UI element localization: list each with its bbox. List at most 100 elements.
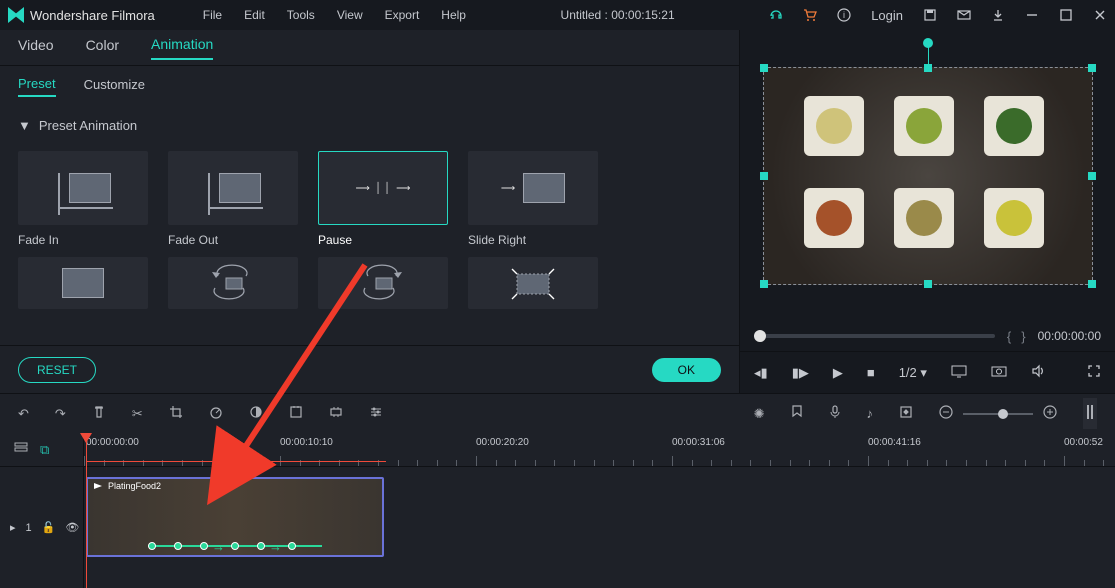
keyframe-dot[interactable] — [288, 542, 296, 550]
maximize-icon[interactable] — [1059, 8, 1073, 22]
menu-tools[interactable]: Tools — [287, 8, 315, 22]
timeline: ⧉ ▸ 1 🔓 👁 00:00:00:00 00:00:10:10 00:00:… — [0, 433, 1115, 588]
menu-file[interactable]: File — [203, 8, 222, 22]
snapshot-icon[interactable] — [991, 365, 1007, 380]
menu-help[interactable]: Help — [441, 8, 466, 22]
preset-item[interactable] — [468, 257, 598, 309]
svg-text:i: i — [843, 10, 845, 20]
delete-icon[interactable] — [92, 405, 106, 422]
volume-icon[interactable] — [1031, 364, 1045, 381]
preset-section-header[interactable]: ▼ Preset Animation — [0, 106, 739, 145]
render-icon[interactable]: ✺ — [754, 406, 765, 422]
scrub-track[interactable] — [754, 334, 995, 338]
play-icon[interactable]: ▶ — [833, 365, 843, 381]
tab-animation[interactable]: Animation — [151, 36, 213, 60]
speed-icon[interactable] — [209, 405, 223, 422]
minimize-icon[interactable] — [1025, 8, 1039, 22]
save-icon[interactable] — [923, 8, 937, 22]
preset-fade-in[interactable]: Fade In — [18, 151, 148, 247]
preset-label: Fade Out — [168, 233, 298, 247]
track-header-column: ⧉ ▸ 1 🔓 👁 — [0, 433, 84, 588]
mark-out-icon[interactable]: } — [1021, 329, 1025, 344]
keyframe-dot[interactable] — [174, 542, 182, 550]
preset-item[interactable] — [18, 257, 148, 309]
zoom-slider[interactable] — [963, 413, 1033, 415]
resize-handle[interactable] — [924, 64, 932, 72]
preview-timecode: 00:00:00:00 — [1038, 329, 1101, 343]
close-icon[interactable] — [1093, 8, 1107, 22]
keyframe-icon[interactable] — [899, 405, 913, 422]
tab-video[interactable]: Video — [18, 37, 54, 59]
sub-tabs: Preset Customize — [0, 66, 739, 106]
preset-item[interactable] — [318, 257, 448, 309]
play-pause-icon[interactable]: ▮▶ — [792, 365, 809, 381]
resize-handle[interactable] — [760, 280, 768, 288]
preview-content — [984, 188, 1044, 248]
track-header: ▸ 1 🔓 👁 — [0, 467, 83, 588]
stop-icon[interactable]: ■ — [867, 365, 875, 380]
info-icon[interactable]: i — [837, 8, 851, 22]
green-screen-icon[interactable] — [289, 405, 303, 422]
mail-icon[interactable] — [957, 8, 971, 22]
preset-fade-out[interactable]: Fade Out — [168, 151, 298, 247]
playhead[interactable] — [86, 433, 87, 588]
subtab-preset[interactable]: Preset — [18, 76, 56, 97]
keyframe-dot[interactable] — [257, 542, 265, 550]
preview-viewport[interactable] — [740, 30, 1115, 321]
app-name: Wondershare Filmora — [30, 8, 155, 23]
left-panel: Video Color Animation Preset Customize ▼… — [0, 30, 740, 393]
link-icon[interactable]: ⧉ — [40, 442, 49, 458]
detach-icon[interactable] — [329, 405, 343, 422]
menu-edit[interactable]: Edit — [244, 8, 265, 22]
preset-grid-row2 — [0, 253, 739, 313]
marker-icon[interactable] — [791, 405, 803, 422]
track-visibility-icon[interactable]: 👁 — [65, 521, 79, 534]
scrub-handle[interactable] — [754, 330, 766, 342]
download-icon[interactable] — [991, 8, 1005, 22]
preview-canvas[interactable] — [763, 67, 1093, 285]
reset-button[interactable]: RESET — [18, 357, 96, 383]
login-link[interactable]: Login — [871, 8, 903, 23]
fullscreen-icon[interactable] — [1087, 364, 1101, 381]
display-icon[interactable] — [951, 365, 967, 380]
timeline-tools-icon[interactable] — [1083, 398, 1097, 429]
preset-item[interactable] — [168, 257, 298, 309]
resize-handle[interactable] — [760, 172, 768, 180]
resize-handle[interactable] — [924, 280, 932, 288]
audio-mixer-icon[interactable]: ♪ — [867, 406, 874, 421]
mark-in-icon[interactable]: { — [1007, 329, 1011, 344]
resize-handle[interactable] — [1088, 172, 1096, 180]
menu-export[interactable]: Export — [385, 8, 420, 22]
color-icon[interactable] — [249, 405, 263, 422]
cart-icon[interactable] — [803, 8, 817, 22]
resize-handle[interactable] — [1088, 280, 1096, 288]
zoom-in-icon[interactable] — [1043, 405, 1057, 422]
resize-handle[interactable] — [760, 64, 768, 72]
voiceover-icon[interactable] — [829, 405, 841, 422]
track-body[interactable]: 00:00:00:00 00:00:10:10 00:00:20:20 00:0… — [84, 433, 1115, 588]
subtab-customize[interactable]: Customize — [84, 77, 145, 96]
track-lock-icon[interactable]: 🔓 — [42, 521, 56, 534]
menu-view[interactable]: View — [337, 8, 363, 22]
headphones-icon[interactable] — [769, 8, 783, 22]
keyframe-dot[interactable] — [200, 542, 208, 550]
prev-frame-icon[interactable]: ◂▮ — [754, 365, 768, 381]
playback-quality[interactable]: 1/2 ▾ — [899, 365, 927, 381]
undo-icon[interactable]: ↶ — [18, 406, 29, 422]
main-area: Video Color Animation Preset Customize ▼… — [0, 30, 1115, 393]
preset-grid: Fade In Fade Out ⟶ │ │ ⟶ Pause ⟶ Slide R… — [0, 145, 739, 253]
redo-icon[interactable]: ↷ — [55, 406, 66, 422]
resize-handle[interactable] — [1088, 64, 1096, 72]
adjust-icon[interactable] — [369, 405, 383, 422]
split-icon[interactable]: ✂ — [132, 406, 143, 422]
ok-button[interactable]: OK — [652, 358, 721, 382]
preset-pause[interactable]: ⟶ │ │ ⟶ Pause — [318, 151, 448, 247]
keyframe-dot[interactable] — [231, 542, 239, 550]
preset-slide-right[interactable]: ⟶ Slide Right — [468, 151, 598, 247]
manage-tracks-icon[interactable] — [14, 442, 28, 457]
zoom-out-icon[interactable] — [939, 405, 953, 422]
tab-color[interactable]: Color — [86, 37, 119, 59]
video-clip[interactable]: PlatingFood2 → → — [86, 477, 384, 557]
keyframe-dot[interactable] — [148, 542, 156, 550]
crop-icon[interactable] — [169, 405, 183, 422]
